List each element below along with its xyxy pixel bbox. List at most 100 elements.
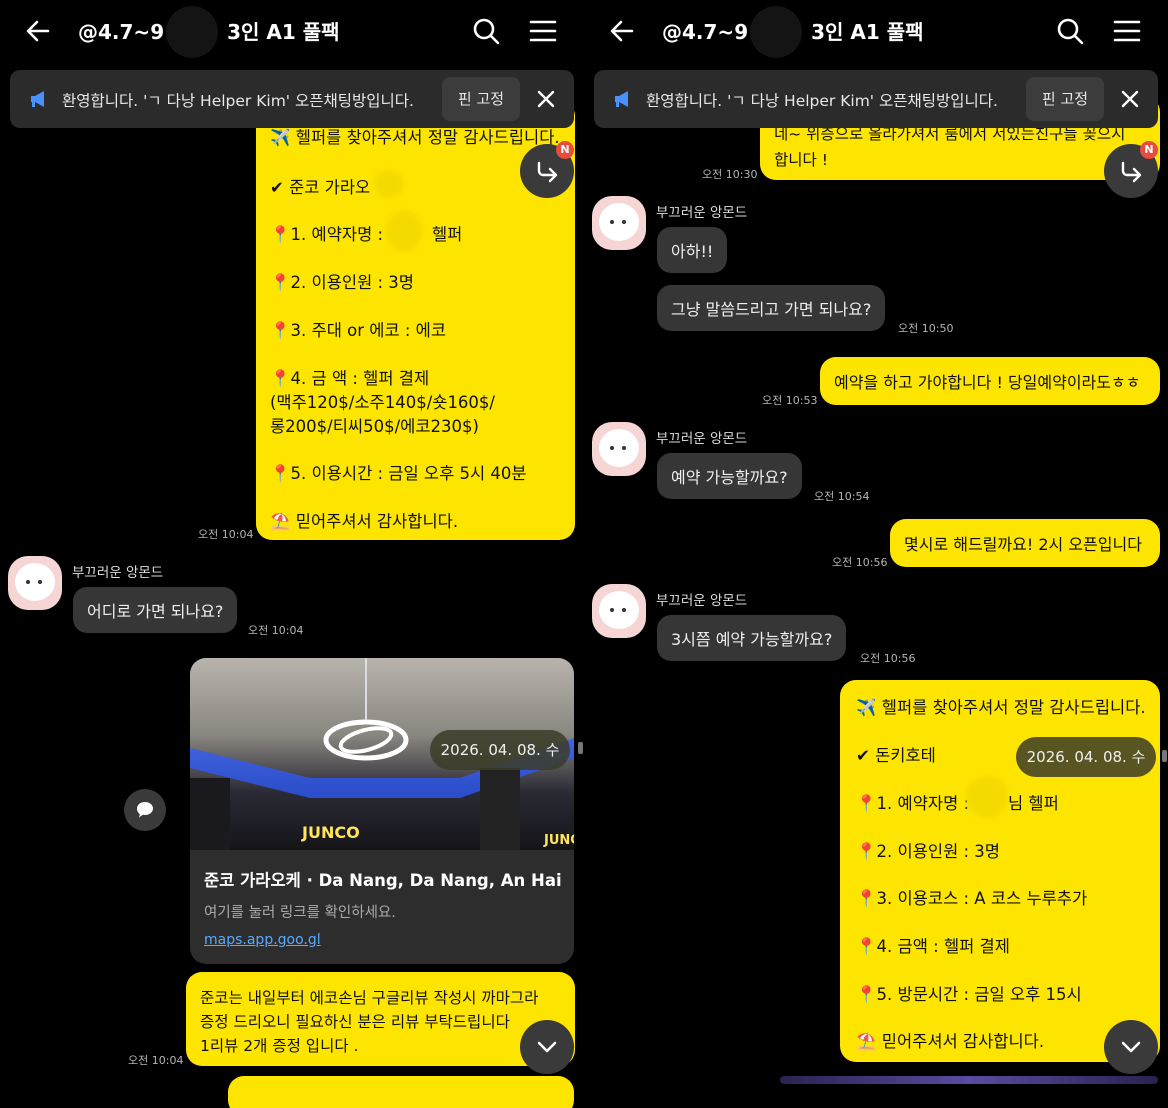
- message-line: 📍5. 이용시간 : 금일 오후 5시 40분: [270, 464, 527, 483]
- close-icon[interactable]: [1118, 87, 1142, 111]
- link-preview-card[interactable]: JUNCO JUNCO 준코 가라오케 · Da Nang, Da Nang, …: [190, 658, 574, 964]
- incoming-message[interactable]: 그냥 말씀드리고 가면 되나요?: [657, 285, 886, 331]
- timestamp: 오전 10:04: [128, 1054, 184, 1067]
- message-line: 준코는 내일부터 에코손님 구글리뷰 작성시 까마그라: [200, 989, 539, 1007]
- chat-panel-left: @4.7~9 3인 A1 풀팩 환영합니다. 'ㄱ 다낭 Helper Kim'…: [0, 0, 584, 1108]
- share-icon: [537, 161, 558, 183]
- outgoing-message[interactable]: 예약을 하고 가야합니다 ! 당일예약이라도ㅎㅎ: [820, 357, 1160, 405]
- message-line: 📍2. 이용인원 : 3명: [270, 273, 414, 292]
- redaction: [966, 776, 1008, 818]
- avatar[interactable]: [8, 556, 62, 610]
- menu-icon[interactable]: [1111, 15, 1143, 47]
- redaction: [386, 210, 422, 252]
- notice-text: 환영합니다. 'ㄱ 다낭 Helper Kim' 오픈채팅방입니다.: [62, 92, 414, 110]
- title-redaction: [750, 6, 802, 58]
- message-line: 📍1. 예약자명 :: [856, 794, 970, 813]
- link-title: 준코 가라오케 · Da Nang, Da Nang, An Hai: [204, 871, 562, 890]
- avatar-face: [15, 563, 55, 601]
- notice-bar[interactable]: 환영합니다. 'ㄱ 다낭 Helper Kim' 오픈채팅방입니다. 핀 고정: [594, 70, 1158, 128]
- redaction: [374, 170, 404, 198]
- message-line: 님 헬퍼: [1008, 794, 1059, 813]
- review-message[interactable]: 준코는 내일부터 에코손님 구글리뷰 작성시 까마그라 증정 드리오니 필요하신…: [186, 972, 575, 1066]
- date-pill: 2026. 04. 08. 수: [1016, 737, 1156, 777]
- close-icon[interactable]: [534, 87, 558, 111]
- scroll-down-button[interactable]: [1104, 1020, 1158, 1074]
- next-message-partial[interactable]: [228, 1076, 574, 1108]
- megaphone-icon: [31, 91, 44, 107]
- new-badge: N: [1140, 141, 1158, 159]
- avatar-face: [599, 203, 639, 241]
- message-line: 📍3. 주대 or 에코 : 에코: [270, 321, 447, 340]
- avatar-eye: [622, 220, 626, 224]
- avatar[interactable]: [592, 422, 646, 476]
- avatar[interactable]: [592, 196, 646, 250]
- message-line: ⛱️ 믿어주셔서 감사합니다.: [270, 512, 459, 531]
- timestamp: 오전 10:53: [762, 394, 818, 407]
- back-arrow-icon[interactable]: [22, 15, 54, 47]
- sender-name: 부끄러운 앙몬드: [656, 593, 748, 609]
- incoming-message[interactable]: 3시쯤 예약 가능할까요?: [657, 615, 847, 661]
- avatar-eye: [26, 580, 30, 584]
- pin-button[interactable]: 핀 고정: [1026, 77, 1104, 121]
- sender-name: 부끄러운 앙몬드: [656, 431, 748, 447]
- timestamp: 오전 10:56: [832, 556, 888, 569]
- pin-button[interactable]: 핀 고정: [442, 77, 520, 121]
- title-redaction: [166, 6, 218, 58]
- avatar-eye: [622, 608, 626, 612]
- svg-text:JUNCO: JUNCO: [301, 823, 360, 842]
- incoming-message[interactable]: 예약 가능할까요?: [657, 453, 802, 499]
- back-arrow-icon[interactable]: [606, 15, 638, 47]
- timestamp: 오전 10:50: [898, 322, 954, 335]
- partial-media: [780, 1076, 1158, 1084]
- message-line: ⛱️ 믿어주셔서 감사합니다.: [856, 1032, 1045, 1051]
- scrollbar[interactable]: [578, 742, 583, 754]
- sender-name: 부끄러운 앙몬드: [72, 565, 164, 581]
- share-icon: [1121, 161, 1142, 183]
- chevron-down-icon: [1121, 1041, 1141, 1053]
- message-line: 합니다 !: [774, 151, 828, 169]
- timestamp: 오전 10:54: [814, 490, 870, 503]
- new-badge: N: [556, 141, 574, 159]
- avatar-eye: [610, 608, 614, 612]
- scroll-down-button[interactable]: [520, 1020, 574, 1074]
- link-subtitle: 여기를 눌러 링크를 확인하세요.: [204, 905, 396, 921]
- avatar-face: [599, 591, 639, 629]
- search-icon[interactable]: [470, 15, 502, 47]
- top-bar: @4.7~9 3인 A1 풀팩: [0, 0, 584, 62]
- avatar-face: [599, 429, 639, 467]
- message-line: ✈️ 헬퍼를 찾아주셔서 정말 감사드립니다.: [856, 698, 1146, 717]
- message-line: 증정 드리오니 필요하신 분은 리뷰 부탁드립니다: [200, 1013, 510, 1031]
- incoming-message[interactable]: 아하!!: [657, 227, 728, 273]
- notice-bar[interactable]: 환영합니다. 'ㄱ 다낭 Helper Kim' 오픈채팅방입니다. 핀 고정: [10, 70, 574, 128]
- timestamp: 오전 10:30: [702, 168, 758, 181]
- link-url[interactable]: maps.app.goo.gl: [204, 932, 321, 948]
- chevron-down-icon: [537, 1041, 557, 1053]
- message-line: ✔ 돈키호테: [856, 746, 936, 765]
- megaphone-icon: [615, 91, 628, 107]
- message-line: 1리뷰 2개 증정 입니다 .: [200, 1037, 359, 1055]
- notice-text: 환영합니다. 'ㄱ 다낭 Helper Kim' 오픈채팅방입니다.: [646, 92, 998, 110]
- scrollbar[interactable]: [1162, 750, 1167, 762]
- incoming-message[interactable]: 어디로 가면 되나요?: [73, 587, 238, 633]
- menu-icon[interactable]: [527, 15, 559, 47]
- sender-name: 부끄러운 앙몬드: [656, 205, 748, 221]
- message-line: 📍2. 이용인원 : 3명: [856, 842, 1000, 861]
- date-pill: 2026. 04. 08. 수: [430, 730, 570, 770]
- avatar-eye: [610, 446, 614, 450]
- outgoing-message[interactable]: 몇시로 해드릴까요! 2시 오픈입니다: [890, 519, 1160, 567]
- timestamp: 오전 10:56: [860, 652, 916, 665]
- avatar-eye: [38, 580, 42, 584]
- chat-panel-right: @4.7~9 3인 A1 풀팩 환영합니다. 'ㄱ 다낭 Helper Kim'…: [584, 0, 1168, 1108]
- message-line: ✔ 준코 가라오: [270, 178, 371, 197]
- message-line: (맥주120$/소주140$/숏160$/: [270, 393, 495, 412]
- message-line: 📍4. 금액 : 헬퍼 결제: [856, 937, 1010, 956]
- avatar[interactable]: [592, 584, 646, 638]
- comment-button[interactable]: [124, 789, 166, 831]
- message-line: 롱200$/티씨50$/에코230$): [270, 417, 479, 436]
- message-line: 헬퍼: [432, 225, 463, 244]
- timestamp: 오전 10:04: [248, 624, 304, 637]
- message-line: 📍1. 예약자명 :: [270, 225, 384, 244]
- svg-text:JUNCO: JUNCO: [543, 833, 574, 848]
- comment-icon: [137, 802, 153, 818]
- search-icon[interactable]: [1054, 15, 1086, 47]
